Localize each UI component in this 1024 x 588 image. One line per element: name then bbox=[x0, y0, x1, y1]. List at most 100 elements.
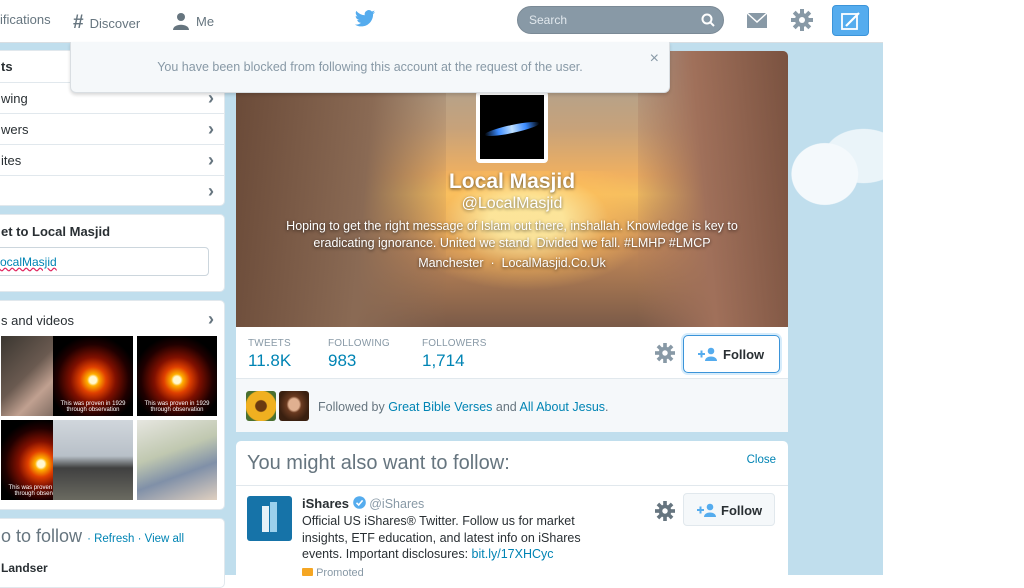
settings-gear-icon[interactable] bbox=[791, 9, 813, 31]
nav-notifications-label: ifications bbox=[0, 12, 51, 27]
who-to-follow-heading: o to follow bbox=[1, 526, 83, 546]
profile-avatar[interactable] bbox=[476, 91, 548, 163]
background-clouds bbox=[786, 120, 883, 210]
followed-by-bar: Followed by Great Bible Verses and All A… bbox=[236, 378, 788, 432]
suggestion-follow-label: Follow bbox=[721, 503, 763, 518]
sidebar-item-label: wing bbox=[1, 91, 28, 106]
tweet-to-input[interactable]: ocalMasjid bbox=[0, 247, 209, 276]
suggestion-gear-icon[interactable] bbox=[655, 501, 675, 521]
suggestion-follow-button[interactable]: Follow bbox=[683, 493, 775, 526]
suggestions-title: You might also want to follow: bbox=[247, 452, 510, 474]
stat-value: 983 bbox=[328, 351, 357, 370]
tweet-to-value: ocalMasjid bbox=[0, 255, 57, 269]
sidebar-item-label: ts bbox=[1, 59, 13, 74]
alert-close-icon[interactable]: × bbox=[650, 50, 659, 68]
media-caption: This was proven in 1929 through observat… bbox=[60, 401, 126, 413]
search-input[interactable]: Search bbox=[517, 6, 724, 34]
sidebar-item-label: ites bbox=[1, 153, 22, 168]
promoted-label: Promoted bbox=[302, 567, 364, 579]
follower-link[interactable]: All About Jesus bbox=[520, 400, 605, 414]
stat-value: 1,714 bbox=[422, 351, 465, 370]
ishares-logo-icon bbox=[262, 502, 277, 532]
profile-header-card: Local Masjid @LocalMasjid Hoping to get … bbox=[236, 51, 788, 378]
profile-name: Local Masjid bbox=[448, 170, 576, 193]
nav-notifications[interactable]: ifications bbox=[0, 12, 51, 27]
compose-tweet-button[interactable] bbox=[832, 5, 869, 36]
compose-quill-icon bbox=[841, 12, 860, 30]
profile-meta: Manchester · LocalMasjid.Co.Uk bbox=[236, 256, 788, 270]
stat-label: FOLLOWING bbox=[328, 338, 390, 349]
stat-following[interactable]: FOLLOWING 983 bbox=[328, 338, 390, 371]
sidebar-item-followers[interactable]: wers › bbox=[0, 113, 224, 144]
nav-discover[interactable]: # Discover bbox=[73, 12, 140, 34]
sidebar-item-label: wers bbox=[1, 122, 29, 137]
follower-link[interactable]: Great Bible Verses bbox=[388, 400, 492, 414]
search-icon[interactable] bbox=[701, 13, 715, 27]
hashtag-icon: # bbox=[73, 12, 84, 33]
media-caption: This was proven in 1929 through observat… bbox=[144, 401, 210, 413]
profile-bio: Hoping to get the right message of Islam… bbox=[286, 219, 738, 250]
followed-by-prefix: Followed by bbox=[318, 400, 385, 414]
followed-by-suffix: . bbox=[605, 400, 609, 414]
chevron-right-icon: › bbox=[208, 150, 214, 170]
media-thumbnail[interactable]: This was proven in 1929 through observat… bbox=[137, 336, 217, 416]
promoted-text: Promoted bbox=[316, 567, 364, 579]
profile-website-link[interactable]: LocalMasjid.Co.Uk bbox=[502, 256, 606, 270]
who-to-follow-card: o to follow · Refresh · View all Landser bbox=[0, 518, 225, 588]
follow-button[interactable]: Follow bbox=[683, 335, 780, 373]
stat-value: 11.8K bbox=[248, 351, 292, 370]
suggested-account-name: iShares @iShares bbox=[302, 496, 424, 511]
media-thumbnail[interactable] bbox=[137, 420, 217, 500]
followed-by-text: Followed by Great Bible Verses and All A… bbox=[318, 400, 609, 414]
chevron-right-icon: › bbox=[208, 181, 214, 201]
nav-me[interactable]: Me bbox=[172, 12, 214, 30]
account-bio-link[interactable]: bit.ly/17XHCyc bbox=[472, 547, 554, 561]
photos-videos-title[interactable]: s and videos bbox=[1, 313, 74, 328]
profile-stats-bar: TWEETS 11.8K FOLLOWING 983 FOLLOWERS 1,7… bbox=[236, 327, 788, 378]
suggested-user-name[interactable]: Landser bbox=[1, 561, 48, 575]
suggested-follows-card: You might also want to follow: Close iSh… bbox=[236, 441, 788, 579]
sidebar-item-lists[interactable]: › bbox=[0, 175, 224, 206]
divider bbox=[236, 485, 788, 486]
media-thumbnail[interactable] bbox=[53, 420, 133, 500]
add-user-icon bbox=[697, 503, 716, 517]
refresh-link[interactable]: Refresh bbox=[94, 533, 134, 545]
follower-avatar[interactable] bbox=[279, 391, 309, 421]
profile-handle: @LocalMasjid bbox=[461, 195, 563, 212]
nav-discover-label: Discover bbox=[89, 15, 141, 31]
user-actions-gear-icon[interactable] bbox=[655, 343, 675, 363]
add-user-icon bbox=[698, 347, 717, 361]
media-thumbnail[interactable]: This was proven in 1929 through observat… bbox=[53, 336, 133, 416]
profile-location: Manchester bbox=[418, 256, 484, 270]
followed-by-and: and bbox=[495, 400, 517, 414]
twitter-bird-icon[interactable] bbox=[354, 9, 376, 29]
follow-button-label: Follow bbox=[723, 347, 765, 362]
follower-avatar[interactable] bbox=[246, 391, 276, 421]
chevron-right-icon[interactable]: › bbox=[208, 309, 214, 330]
nav-me-label: Me bbox=[196, 13, 215, 29]
tweet-to-title: et to Local Masjid bbox=[1, 224, 111, 239]
sidebar-item-favorites[interactable]: ites › bbox=[0, 144, 224, 175]
chevron-right-icon: › bbox=[208, 119, 214, 139]
stat-followers[interactable]: FOLLOWERS 1,714 bbox=[422, 338, 487, 371]
account-display-name[interactable]: iShares bbox=[302, 496, 349, 511]
account-handle[interactable]: @iShares bbox=[369, 497, 424, 511]
blocked-alert-banner: You have been blocked from following thi… bbox=[70, 42, 670, 93]
suggested-account-bio: Official US iShares® Twitter. Follow us … bbox=[302, 513, 612, 563]
ishares-avatar[interactable] bbox=[247, 496, 292, 541]
stat-tweets[interactable]: TWEETS 11.8K bbox=[248, 338, 291, 371]
person-icon bbox=[173, 13, 189, 30]
suggestions-close-link[interactable]: Close bbox=[747, 454, 776, 466]
top-navigation-bar: ifications # Discover Me Search bbox=[0, 0, 883, 43]
view-all-link[interactable]: View all bbox=[145, 533, 184, 545]
blocked-alert-message: You have been blocked from following thi… bbox=[157, 60, 583, 74]
messages-envelope-icon[interactable] bbox=[746, 10, 768, 30]
meta-separator: · bbox=[490, 256, 495, 270]
photos-videos-card: s and videos › This was proven in 1929 t… bbox=[0, 300, 225, 510]
who-to-follow-title: o to follow · Refresh · View all bbox=[1, 526, 185, 546]
stat-label: TWEETS bbox=[248, 338, 291, 349]
search-placeholder: Search bbox=[529, 13, 568, 27]
stat-label: FOLLOWERS bbox=[422, 338, 487, 349]
tweet-to-card: et to Local Masjid ocalMasjid bbox=[0, 214, 225, 292]
verified-badge-icon bbox=[352, 496, 366, 509]
